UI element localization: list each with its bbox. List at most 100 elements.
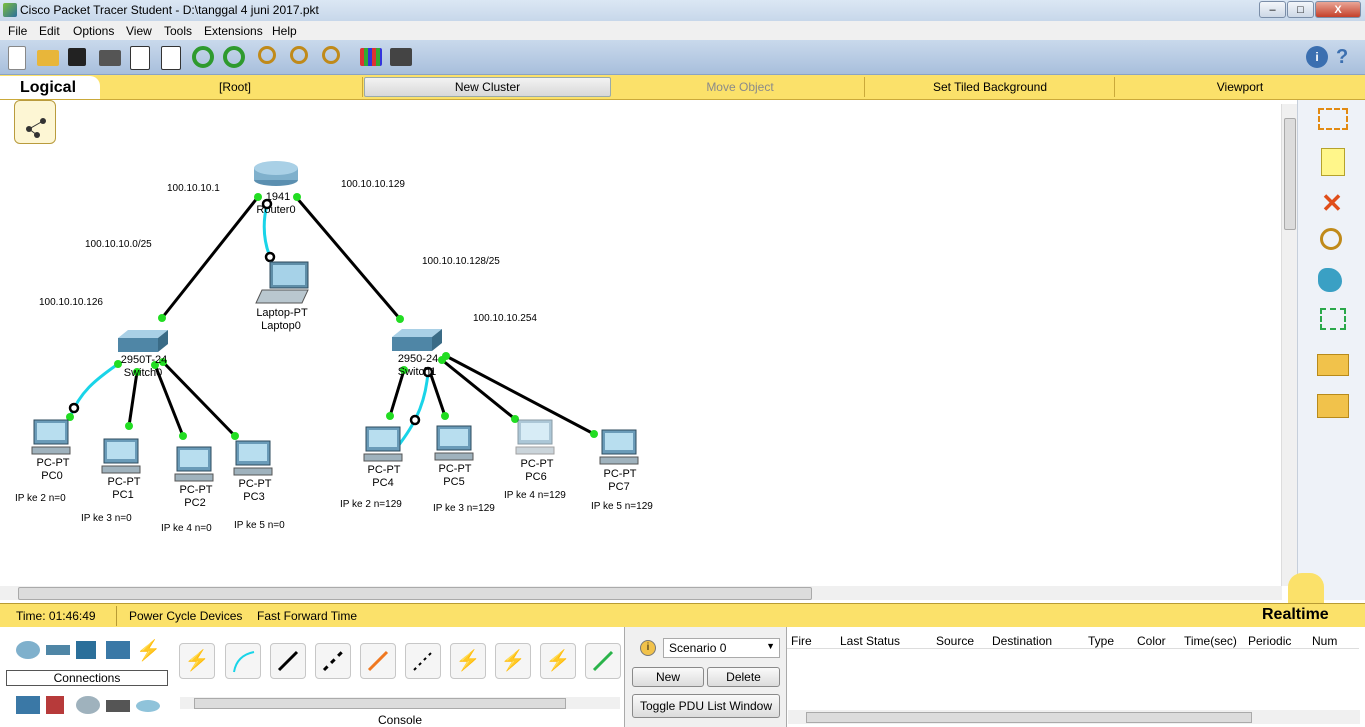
fiber-cable-icon[interactable] bbox=[360, 643, 396, 679]
inspect-icon[interactable] bbox=[1320, 228, 1342, 250]
wan-emulation-category-icon[interactable] bbox=[46, 696, 64, 714]
toggle-pdu-list-button[interactable]: Toggle PDU List Window bbox=[632, 694, 780, 718]
save-icon[interactable] bbox=[68, 48, 86, 66]
octal-cable-icon[interactable] bbox=[585, 643, 621, 679]
laptop-name-label: Laptop0 bbox=[261, 320, 301, 332]
crossover-cable-icon[interactable] bbox=[315, 643, 351, 679]
column-destination[interactable]: Destination bbox=[992, 634, 1052, 648]
logical-workspace[interactable]: 100.10.10.1 100.10.10.129 100.10.10.0/25… bbox=[0, 100, 1282, 586]
fast-forward-button[interactable]: Fast Forward Time bbox=[257, 609, 357, 623]
realtime-clock-icon[interactable] bbox=[1288, 573, 1324, 603]
add-simple-pdu-icon[interactable] bbox=[1317, 354, 1349, 376]
device-template-icon[interactable] bbox=[390, 48, 412, 66]
multiuser-category-icon[interactable] bbox=[106, 700, 130, 712]
new-icon[interactable] bbox=[8, 46, 26, 70]
delete-icon[interactable]: ✕ bbox=[1315, 188, 1349, 218]
auto-cable-icon[interactable]: ⚡ bbox=[179, 643, 215, 679]
coaxial-cable-icon[interactable]: ⚡ bbox=[450, 643, 486, 679]
help-icon[interactable]: ? bbox=[1336, 46, 1358, 68]
undo-icon[interactable] bbox=[192, 46, 214, 68]
new-scenario-button[interactable]: New bbox=[632, 667, 704, 687]
menu-file[interactable]: File bbox=[8, 24, 27, 38]
vertical-scroll-thumb[interactable] bbox=[1284, 118, 1296, 230]
open-icon[interactable] bbox=[37, 50, 59, 66]
delete-scenario-button[interactable]: Delete bbox=[707, 667, 780, 687]
custom-devices-category-icon[interactable] bbox=[76, 696, 100, 714]
move-object-button[interactable]: Move Object bbox=[640, 80, 840, 94]
menu-view[interactable]: View bbox=[126, 24, 152, 38]
column-time[interactable]: Time(sec) bbox=[1184, 634, 1237, 648]
cloud-category-icon[interactable] bbox=[136, 700, 160, 712]
logical-tab[interactable]: Logical bbox=[0, 76, 100, 99]
activity-wizard-icon[interactable] bbox=[130, 46, 150, 70]
vertical-scrollbar[interactable] bbox=[1281, 104, 1297, 586]
add-complex-pdu-icon[interactable] bbox=[1317, 394, 1349, 418]
wireless-category-icon[interactable] bbox=[106, 641, 130, 659]
power-cycle-button[interactable]: Power Cycle Devices bbox=[129, 609, 242, 623]
minimize-button[interactable]: – bbox=[1259, 1, 1286, 18]
pc5-model: PC-PT bbox=[439, 463, 472, 475]
horizontal-scrollbar[interactable] bbox=[0, 586, 1282, 600]
end-devices-category-icon[interactable] bbox=[16, 696, 40, 714]
realtime-mode-label[interactable]: Realtime bbox=[1262, 606, 1329, 624]
serial-dte-cable-icon[interactable]: ⚡ bbox=[540, 643, 576, 679]
switch1-model-label: 2950-24 bbox=[398, 353, 438, 365]
connections-label: Connections bbox=[6, 670, 168, 686]
straight-cable-icon[interactable] bbox=[270, 643, 306, 679]
menu-options[interactable]: Options bbox=[73, 24, 114, 38]
switch0-name-label: Switch0 bbox=[124, 367, 163, 379]
serial-dce-cable-icon[interactable]: ⚡ bbox=[495, 643, 531, 679]
root-button[interactable]: [Root] bbox=[180, 80, 290, 94]
connections-category-icon[interactable]: ⚡ bbox=[136, 638, 161, 663]
viewport-button[interactable]: Viewport bbox=[1170, 80, 1310, 94]
pdu-list-scrollbar[interactable] bbox=[788, 710, 1360, 724]
pc-icon bbox=[233, 440, 273, 476]
custom-device-icon[interactable] bbox=[161, 46, 181, 70]
zoom-reset-icon[interactable] bbox=[290, 46, 308, 64]
column-periodic[interactable]: Periodic bbox=[1248, 634, 1291, 648]
select-icon[interactable] bbox=[1318, 108, 1348, 130]
info-icon[interactable]: i bbox=[1306, 46, 1328, 68]
routers-category-icon[interactable] bbox=[16, 641, 40, 659]
draw-shape-icon[interactable] bbox=[1318, 268, 1342, 292]
column-color[interactable]: Color bbox=[1137, 634, 1166, 648]
cable-scrollbar[interactable] bbox=[180, 697, 620, 709]
pc1-note: IP ke 3 n=0 bbox=[81, 513, 132, 524]
column-last-status[interactable]: Last Status bbox=[840, 634, 900, 648]
menu-edit[interactable]: Edit bbox=[39, 24, 60, 38]
switch1-name-label: Switch1 bbox=[398, 366, 437, 378]
resize-icon[interactable] bbox=[1320, 308, 1346, 330]
menu-bar: File Edit Options View Tools Extensions … bbox=[0, 21, 1365, 40]
print-icon[interactable] bbox=[99, 50, 121, 66]
maximize-button[interactable]: □ bbox=[1287, 1, 1314, 18]
scenario-select[interactable]: Scenario 0 ▼ bbox=[663, 638, 780, 658]
palette-icon[interactable] bbox=[360, 48, 382, 66]
phone-cable-icon[interactable] bbox=[405, 643, 441, 679]
logical-view-icon[interactable] bbox=[14, 100, 56, 144]
zoom-out-icon[interactable] bbox=[322, 46, 340, 64]
note-icon[interactable] bbox=[1321, 148, 1345, 176]
new-cluster-button[interactable]: New Cluster bbox=[364, 77, 611, 97]
horizontal-scroll-thumb[interactable] bbox=[18, 587, 812, 600]
close-button[interactable]: X bbox=[1315, 1, 1361, 18]
hubs-category-icon[interactable] bbox=[76, 641, 96, 659]
pc7-note: IP ke 5 n=129 bbox=[591, 501, 653, 512]
info-icon[interactable]: i bbox=[640, 640, 656, 656]
menu-help[interactable]: Help bbox=[272, 24, 297, 38]
console-cable-icon[interactable] bbox=[225, 643, 261, 679]
switches-category-icon[interactable] bbox=[46, 645, 70, 655]
column-num[interactable]: Num bbox=[1312, 634, 1337, 648]
column-fire[interactable]: Fire bbox=[791, 634, 812, 648]
column-source[interactable]: Source bbox=[936, 634, 974, 648]
set-tiled-background-button[interactable]: Set Tiled Background bbox=[870, 80, 1110, 94]
pc4-name: PC4 bbox=[372, 477, 393, 489]
redo-icon[interactable] bbox=[223, 46, 245, 68]
column-type[interactable]: Type bbox=[1088, 634, 1114, 648]
menu-tools[interactable]: Tools bbox=[164, 24, 192, 38]
menu-extensions[interactable]: Extensions bbox=[204, 24, 263, 38]
time-label: Time: 01:46:49 bbox=[16, 609, 96, 623]
console-label: Console bbox=[377, 713, 423, 727]
pc2-model: PC-PT bbox=[180, 484, 213, 496]
pc7-model: PC-PT bbox=[604, 468, 637, 480]
zoom-in-icon[interactable] bbox=[258, 46, 276, 64]
